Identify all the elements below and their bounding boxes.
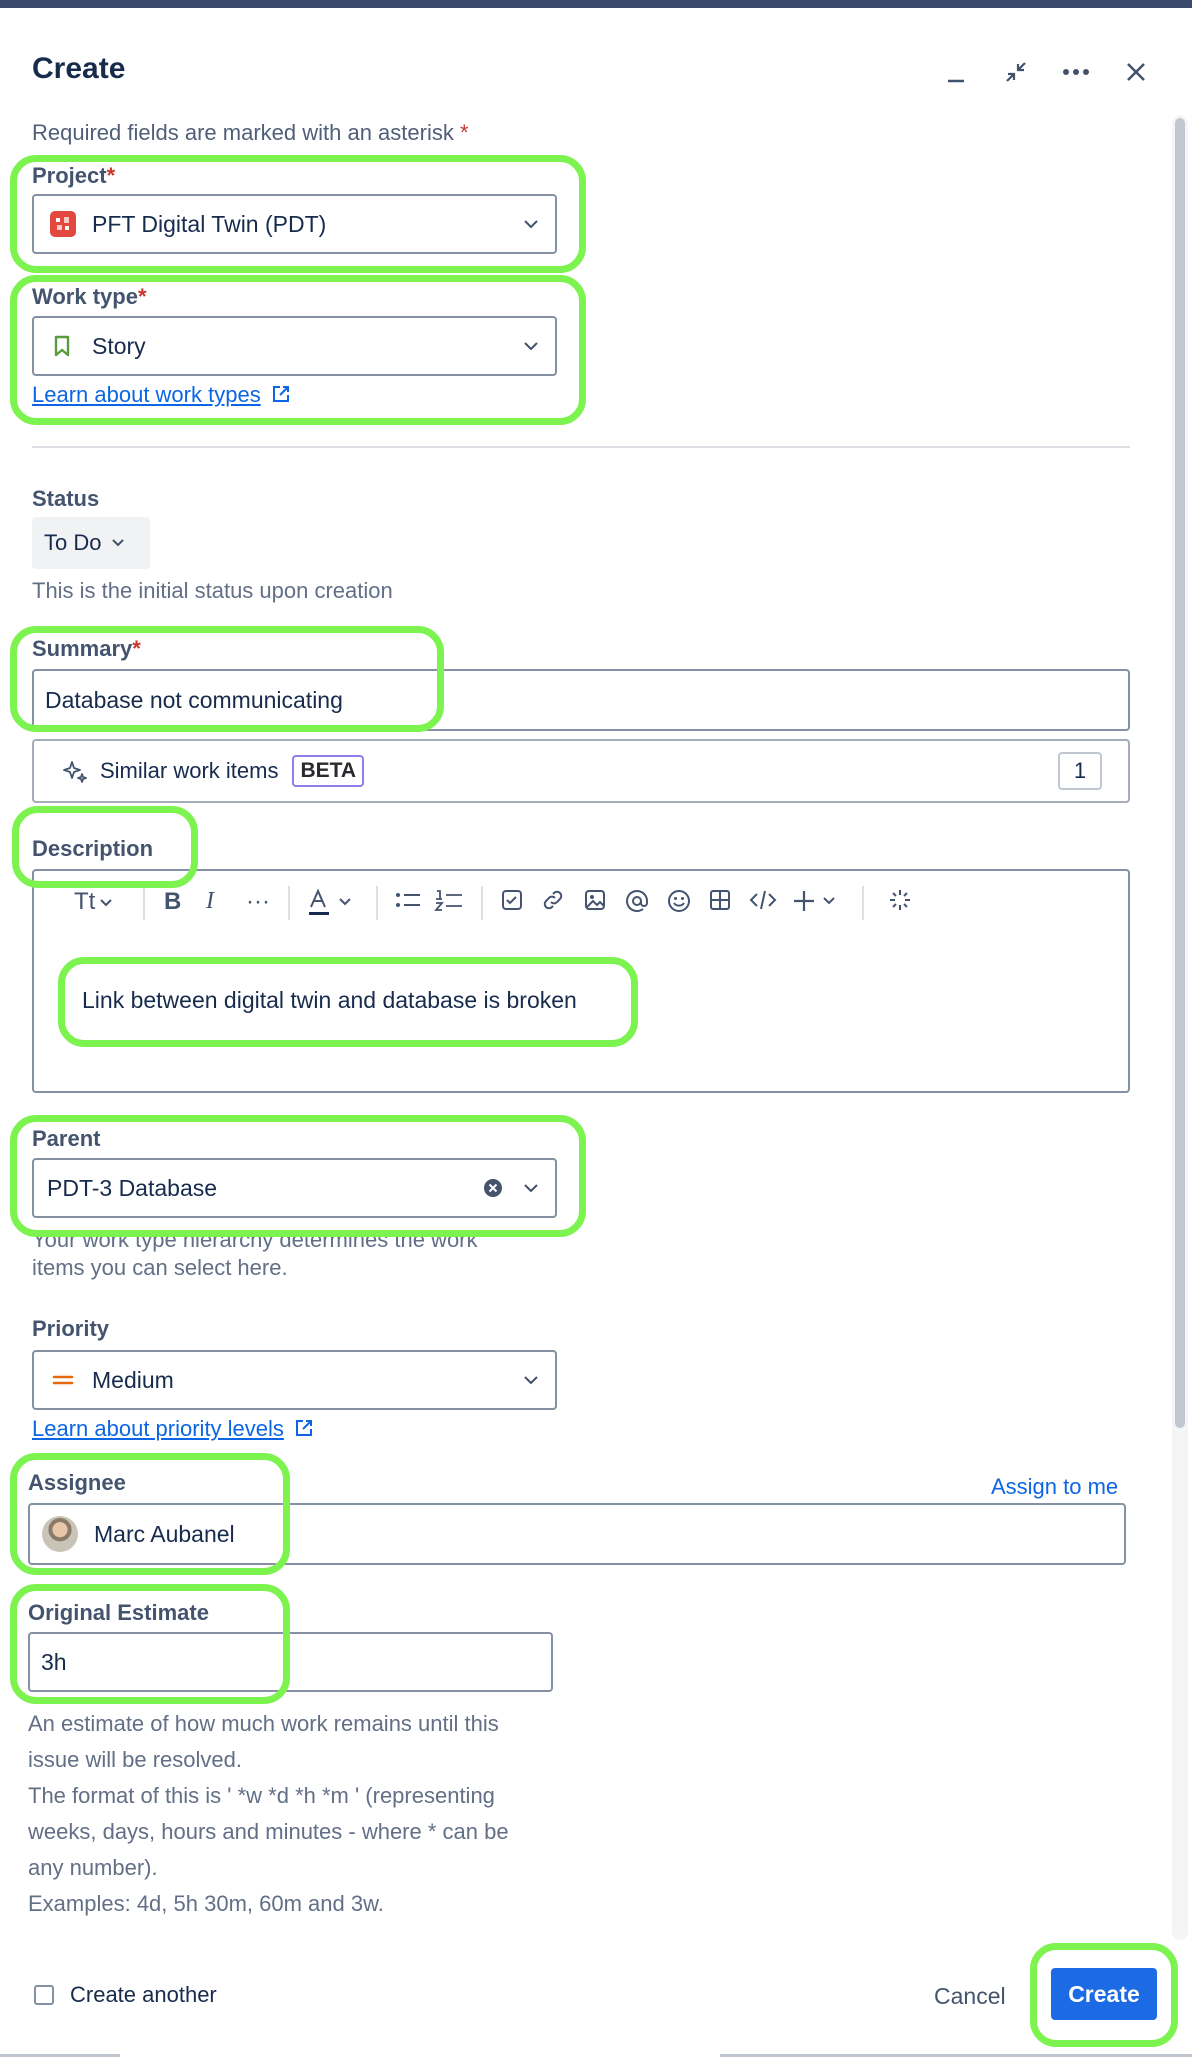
- status-help: This is the initial status upon creation: [32, 578, 393, 603]
- priority-label: Priority: [32, 1316, 110, 1341]
- beta-badge: BETA: [292, 755, 365, 787]
- parent-label: Parent: [32, 1126, 101, 1151]
- description-editor[interactable]: [32, 869, 1130, 1093]
- project-select[interactable]: PFT Digital Twin (PDT): [32, 194, 557, 254]
- project-label: Project*: [32, 163, 116, 188]
- estimate-input[interactable]: 3h: [28, 1632, 553, 1692]
- work-type-value: Story: [92, 332, 146, 359]
- assign-to-me-link[interactable]: Assign to me: [991, 1474, 1118, 1500]
- insert-plus-icon[interactable]: [792, 888, 842, 921]
- description-label: Description: [32, 836, 154, 861]
- italic-icon[interactable]: I: [206, 888, 214, 915]
- close-icon[interactable]: [1116, 52, 1156, 92]
- avatar: [42, 1516, 78, 1552]
- parent-select[interactable]: PDT-3 Database: [32, 1158, 557, 1218]
- collapse-icon[interactable]: [996, 52, 1036, 92]
- parent-help: Your work type hierarchy determines the …: [32, 1227, 478, 1280]
- bold-icon[interactable]: B: [164, 888, 181, 916]
- scrollbar-thumb[interactable]: [1175, 118, 1185, 1428]
- more-formatting-icon[interactable]: ···: [246, 888, 270, 916]
- priority-medium-icon: [52, 1375, 74, 1385]
- similar-count-badge: 1: [1058, 752, 1102, 790]
- divider: [32, 446, 1130, 448]
- work-type-select[interactable]: Story: [32, 316, 557, 376]
- external-link-icon: [296, 1420, 313, 1436]
- summary-input[interactable]: Database not communicating: [32, 669, 1130, 731]
- window-top-bar: [0, 0, 1192, 8]
- summary-label: Summary*: [32, 636, 141, 661]
- ai-sparkle-icon: [63, 761, 87, 783]
- image-icon[interactable]: [583, 888, 607, 919]
- priority-select[interactable]: Medium: [32, 1350, 557, 1410]
- similar-work-items-label: Similar work items: [100, 758, 279, 783]
- link-icon[interactable]: [541, 888, 565, 919]
- work-type-label: Work type*: [32, 284, 147, 309]
- similar-work-items-panel[interactable]: Similar work items BETA 1: [32, 739, 1130, 803]
- text-style-button[interactable]: Tt: [74, 888, 113, 916]
- clear-icon[interactable]: [483, 1178, 503, 1198]
- assignee-label: Assignee: [28, 1470, 126, 1495]
- learn-priority-link[interactable]: Learn about priority levels: [32, 1416, 314, 1442]
- checkbox[interactable]: [34, 1985, 54, 2005]
- external-link-icon: [273, 386, 290, 402]
- checkbox-action-icon[interactable]: [500, 888, 524, 919]
- chevron-down-icon: [524, 220, 538, 229]
- create-another-checkbox[interactable]: Create another: [34, 1982, 217, 2008]
- project-avatar-icon: [50, 211, 76, 237]
- chevron-down-icon: [524, 342, 538, 351]
- estimate-help: An estimate of how much work remains unt…: [28, 1711, 509, 1916]
- text-color-icon[interactable]: [306, 888, 358, 925]
- required-note: Required fields are marked with an aster…: [32, 120, 469, 145]
- chevron-down-icon: [524, 1376, 538, 1385]
- toolbar-divider: [288, 886, 290, 920]
- status-button[interactable]: To Do: [32, 517, 150, 569]
- cancel-button[interactable]: Cancel: [934, 1983, 1006, 2010]
- table-icon[interactable]: [708, 888, 732, 919]
- learn-work-types-link[interactable]: Learn about work types: [32, 382, 291, 408]
- parent-value: PDT-3 Database: [47, 1174, 218, 1201]
- priority-value: Medium: [92, 1366, 174, 1393]
- bullet-list-icon[interactable]: [394, 888, 422, 921]
- toolbar-divider: [143, 886, 145, 920]
- toolbar-divider: [376, 886, 378, 920]
- minimize-icon[interactable]: [936, 52, 976, 92]
- toolbar-divider: [481, 886, 483, 920]
- chevron-down-icon: [112, 539, 125, 547]
- more-options-icon[interactable]: [1056, 52, 1096, 92]
- emoji-icon[interactable]: [666, 888, 692, 921]
- create-button[interactable]: Create: [1051, 1968, 1157, 2020]
- mention-icon[interactable]: [624, 888, 650, 921]
- dialog-title: Create: [32, 52, 126, 85]
- numbered-list-icon[interactable]: [434, 888, 464, 921]
- toolbar-divider: [862, 886, 864, 920]
- assignee-select[interactable]: Marc Aubanel: [28, 1503, 1126, 1565]
- status-value: To Do: [44, 530, 102, 555]
- assignee-value: Marc Aubanel: [94, 1520, 235, 1547]
- estimate-value: 3h: [41, 1648, 67, 1675]
- code-icon[interactable]: [749, 888, 777, 919]
- story-bookmark-icon: [54, 335, 70, 357]
- project-value: PFT Digital Twin (PDT): [92, 210, 327, 237]
- summary-value: Database not communicating: [45, 686, 343, 713]
- chevron-down-icon: [524, 1184, 538, 1193]
- description-text: Link between digital twin and database i…: [82, 987, 577, 1013]
- create-another-label: Create another: [70, 1982, 217, 2007]
- estimate-label: Original Estimate: [28, 1600, 209, 1625]
- status-label: Status: [32, 486, 100, 511]
- ai-improve-icon[interactable]: [888, 888, 912, 919]
